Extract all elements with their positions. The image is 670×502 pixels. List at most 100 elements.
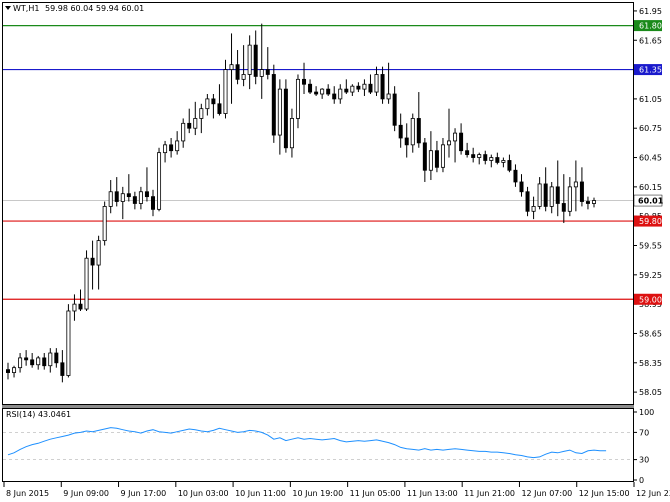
candle-body xyxy=(229,64,234,70)
candle-body xyxy=(320,88,325,95)
candle-body xyxy=(573,181,578,188)
candle-body xyxy=(356,85,361,90)
candle-body xyxy=(54,352,59,364)
time-tick-label: 11 Jun 21:00 xyxy=(464,489,515,498)
candle-body xyxy=(459,132,464,152)
candle-body xyxy=(489,157,494,161)
time-tick-label: 11 Jun 13:00 xyxy=(407,489,458,498)
candle-body xyxy=(126,193,131,198)
price-tick-label: 61.05 xyxy=(639,95,662,104)
candle-body xyxy=(120,193,125,202)
candle-body xyxy=(217,103,222,114)
rsi-panel-frame xyxy=(2,408,634,482)
candle-body xyxy=(253,44,258,77)
candle-body xyxy=(386,93,391,100)
time-tick-label: 10 Jun 11:00 xyxy=(235,489,286,498)
price-tick-label: 60.15 xyxy=(639,183,662,192)
panel-separator[interactable] xyxy=(2,405,634,408)
candle-body xyxy=(223,69,228,114)
candle-body xyxy=(247,44,252,75)
rsi-label: RSI(14) 43.0461 xyxy=(6,410,71,419)
candle-body xyxy=(30,359,35,366)
candle-body xyxy=(567,186,572,212)
candle-body xyxy=(108,191,113,207)
candle-body xyxy=(525,191,530,212)
time-tick-label: 8 Jun 2015 xyxy=(6,489,49,498)
candle-body xyxy=(132,196,137,204)
candle-body xyxy=(543,183,548,207)
candle-body xyxy=(507,160,512,171)
price-tick-label: 61.65 xyxy=(639,36,662,45)
candle-body xyxy=(144,191,149,198)
candle-body xyxy=(181,122,186,142)
candle-body xyxy=(211,98,216,105)
level-label: 61.80 xyxy=(639,22,662,31)
candle-body xyxy=(72,303,77,312)
rsi-tick-label: 70 xyxy=(639,428,649,437)
candle-body xyxy=(175,140,180,152)
candle-body xyxy=(477,154,482,158)
candle-body xyxy=(169,144,174,152)
candle-body xyxy=(157,152,162,210)
candle-body xyxy=(579,181,584,202)
time-axis: 8 Jun 2015 9 Jun 09:00 9 Jun 17:00 10 Jun 0… xyxy=(3,482,670,498)
price-tick-label: 59.55 xyxy=(639,242,662,251)
price-tick-label: 61.95 xyxy=(639,7,662,16)
price-tick-label: 60.75 xyxy=(639,124,662,133)
candle-body xyxy=(90,257,95,266)
candle-body xyxy=(537,183,542,207)
candle-body xyxy=(410,118,415,146)
candle-body xyxy=(18,357,23,369)
candle-body xyxy=(513,169,518,183)
candle-body xyxy=(289,118,294,149)
rsi-axis: 100 70 30 0 xyxy=(633,408,654,485)
candle-body xyxy=(416,118,421,144)
rsi-tick-label: 30 xyxy=(639,456,649,465)
candle-body xyxy=(471,154,476,158)
candle-body xyxy=(362,83,367,90)
candle-body xyxy=(36,357,41,366)
price-chart[interactable]: 61.9561.6561.3561.0560.7560.4560.1559.85… xyxy=(0,0,670,502)
candle-body xyxy=(585,201,590,204)
price-tick-label: 58.05 xyxy=(639,388,662,397)
time-tick-label: 12 Jun 23:00 xyxy=(636,489,670,498)
current-price-label: 60.01 xyxy=(638,197,664,206)
candle-body xyxy=(344,88,349,93)
candle-body xyxy=(519,181,524,193)
candle-body xyxy=(422,142,427,171)
candle-body xyxy=(350,85,355,93)
candle-body xyxy=(483,154,488,161)
candle-body xyxy=(114,191,119,202)
rsi-tick-label: 100 xyxy=(639,408,654,417)
candle-body xyxy=(235,64,240,80)
candle-body xyxy=(199,108,204,119)
time-tick-label: 12 Jun 07:00 xyxy=(521,489,572,498)
candle-body xyxy=(84,257,89,310)
candle-body xyxy=(60,362,65,376)
candle-body xyxy=(302,78,307,85)
candle-body xyxy=(24,357,29,361)
level-label: 61.35 xyxy=(639,66,662,75)
candle-body xyxy=(6,369,11,373)
price-tick-label: 58.35 xyxy=(639,359,662,368)
candle-body xyxy=(453,132,458,142)
candle-body xyxy=(259,69,264,77)
time-tick-label: 10 Jun 03:00 xyxy=(178,489,229,498)
candle-body xyxy=(102,206,107,242)
level-label: 59.80 xyxy=(639,217,662,226)
time-tick-label: 12 Jun 15:00 xyxy=(579,489,630,498)
candle-body xyxy=(531,206,536,212)
candle-body xyxy=(150,196,155,210)
candle-body xyxy=(555,186,560,204)
candle-body xyxy=(501,160,506,163)
symbol-timeframe: WT,H1 xyxy=(13,4,39,13)
rsi-tick-label: 0 xyxy=(639,476,644,485)
candle-body xyxy=(447,140,452,146)
candle-body xyxy=(96,240,101,266)
candle-body xyxy=(495,157,500,163)
price-tick-label: 60.45 xyxy=(639,154,662,163)
candle-body xyxy=(205,98,210,110)
candle-body xyxy=(326,88,331,95)
candle-body xyxy=(404,137,409,146)
candle-body xyxy=(12,367,17,373)
